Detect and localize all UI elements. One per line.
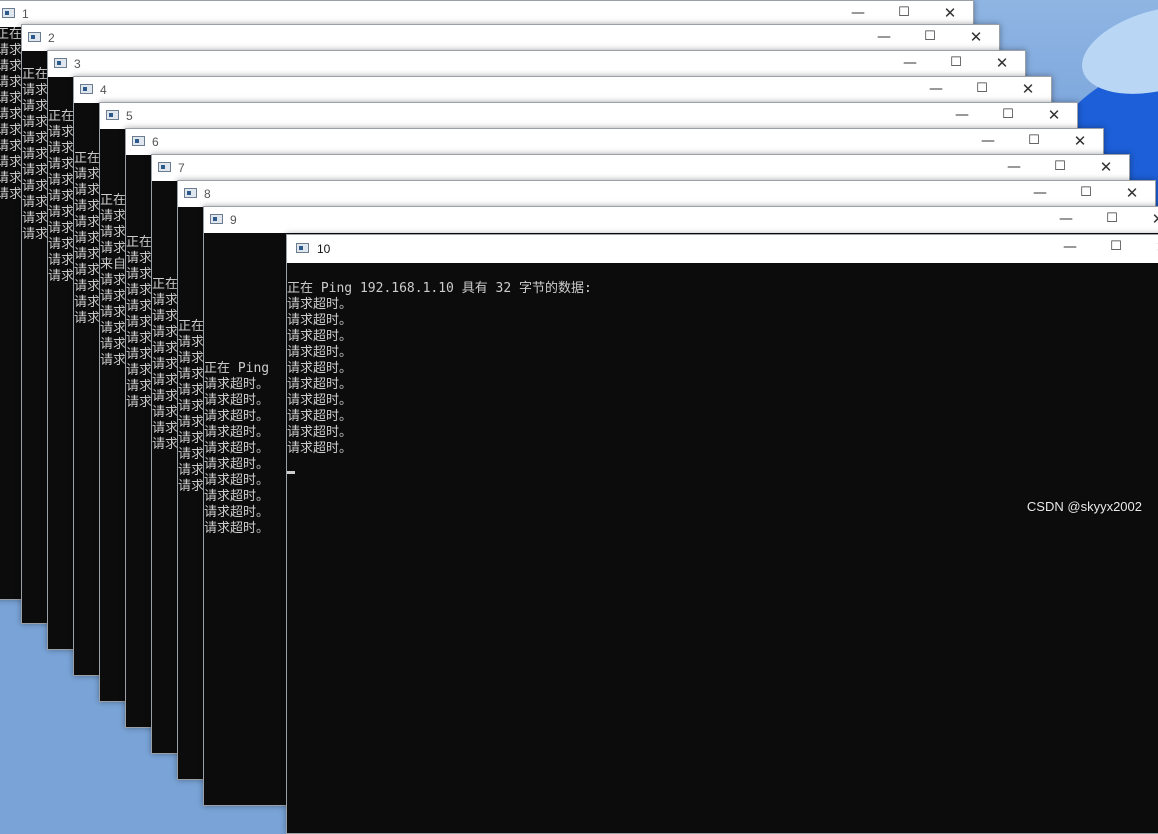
console-line: 请求超时。 [287, 425, 353, 440]
console-app-icon [106, 110, 119, 120]
minimize-button[interactable]: — [939, 103, 985, 129]
console-app-icon [28, 32, 41, 42]
close-button[interactable]: ✕ [1109, 181, 1155, 207]
console-window-10[interactable]: 10 — ☐ ✕ 正在 Ping 192.168.1.10 具有 32 字节的数… [286, 234, 1158, 834]
title-bar[interactable]: 4 — ☐ ✕ [74, 77, 1051, 103]
maximize-button[interactable]: ☐ [1011, 129, 1057, 155]
close-button[interactable]: ✕ [1005, 77, 1051, 103]
title-bar[interactable]: 8 — ☐ ✕ [178, 181, 1155, 207]
console-line: 请求超时。 [287, 345, 353, 360]
close-button[interactable]: ✕ [979, 51, 1025, 77]
window-title: 9 [230, 213, 237, 227]
console-line: 正在 Ping 192.168.1.10 具有 32 字节的数据: [287, 281, 592, 296]
window-title: 7 [178, 161, 185, 175]
minimize-button[interactable]: — [1017, 181, 1063, 207]
window-title: 1 [22, 7, 29, 21]
title-bar[interactable]: 5 — ☐ ✕ [100, 103, 1077, 129]
minimize-button[interactable]: — [861, 25, 907, 51]
window-title: 4 [100, 83, 107, 97]
console-line: 请求超时。 [287, 313, 353, 328]
window-title: 5 [126, 109, 133, 123]
console-app-icon [296, 243, 309, 253]
title-bar[interactable]: 3 — ☐ ✕ [48, 51, 1025, 77]
console-line: 请求超时。 [287, 329, 353, 344]
close-button[interactable]: ✕ [1031, 103, 1077, 129]
maximize-button[interactable]: ☐ [1063, 181, 1109, 207]
title-bar[interactable]: 2 — ☐ ✕ [22, 25, 999, 51]
console-line: 请求超时。 [287, 393, 353, 408]
console-app-icon [132, 136, 145, 146]
close-button[interactable]: ✕ [953, 25, 999, 51]
title-bar[interactable]: 10 — ☐ ✕ [287, 235, 1158, 263]
console-app-icon [54, 58, 67, 68]
maximize-button[interactable]: ☐ [985, 103, 1031, 129]
window-title: 10 [317, 242, 331, 256]
watermark: CSDN @skyyx2002 [1026, 499, 1142, 514]
console-line: 请求超时。 [287, 377, 353, 392]
text-cursor [287, 471, 295, 474]
close-button[interactable]: ✕ [1083, 155, 1129, 181]
minimize-button[interactable]: — [991, 155, 1037, 181]
minimize-button[interactable]: — [913, 77, 959, 103]
close-button[interactable]: ✕ [1135, 207, 1158, 233]
maximize-button[interactable]: ☐ [1089, 207, 1135, 233]
window-title: 3 [74, 57, 81, 71]
console-app-icon [80, 84, 93, 94]
console-line: 请求超时。 [287, 297, 353, 312]
window-title: 2 [48, 31, 55, 45]
title-bar[interactable]: 9 — ☐ ✕ [204, 207, 1158, 233]
console-app-icon [184, 188, 197, 198]
minimize-button[interactable]: — [887, 51, 933, 77]
console-line: 请求超时。 [287, 441, 353, 456]
window-title: 8 [204, 187, 211, 201]
title-bar[interactable]: 6 — ☐ ✕ [126, 129, 1103, 155]
minimize-button[interactable]: — [1043, 207, 1089, 233]
maximize-button[interactable]: ☐ [1037, 155, 1083, 181]
console-output[interactable]: 正在 Ping 192.168.1.10 具有 32 字节的数据: 请求超时。 请求… [287, 263, 1158, 833]
close-button[interactable]: ✕ [1057, 129, 1103, 155]
maximize-button[interactable]: ☐ [959, 77, 1005, 103]
console-app-icon [158, 162, 171, 172]
minimize-button[interactable]: — [1047, 235, 1093, 261]
maximize-button[interactable]: ☐ [1093, 235, 1139, 261]
console-app-icon [2, 8, 15, 18]
window-title: 6 [152, 135, 159, 149]
title-bar[interactable]: 7 — ☐ ✕ [152, 155, 1129, 181]
maximize-button[interactable]: ☐ [907, 25, 953, 51]
console-app-icon [210, 214, 223, 224]
maximize-button[interactable]: ☐ [933, 51, 979, 77]
close-button[interactable]: ✕ [1139, 235, 1158, 261]
console-line: 请求超时。 [287, 361, 353, 376]
console-line: 请求超时。 [287, 409, 353, 424]
minimize-button[interactable]: — [965, 129, 1011, 155]
